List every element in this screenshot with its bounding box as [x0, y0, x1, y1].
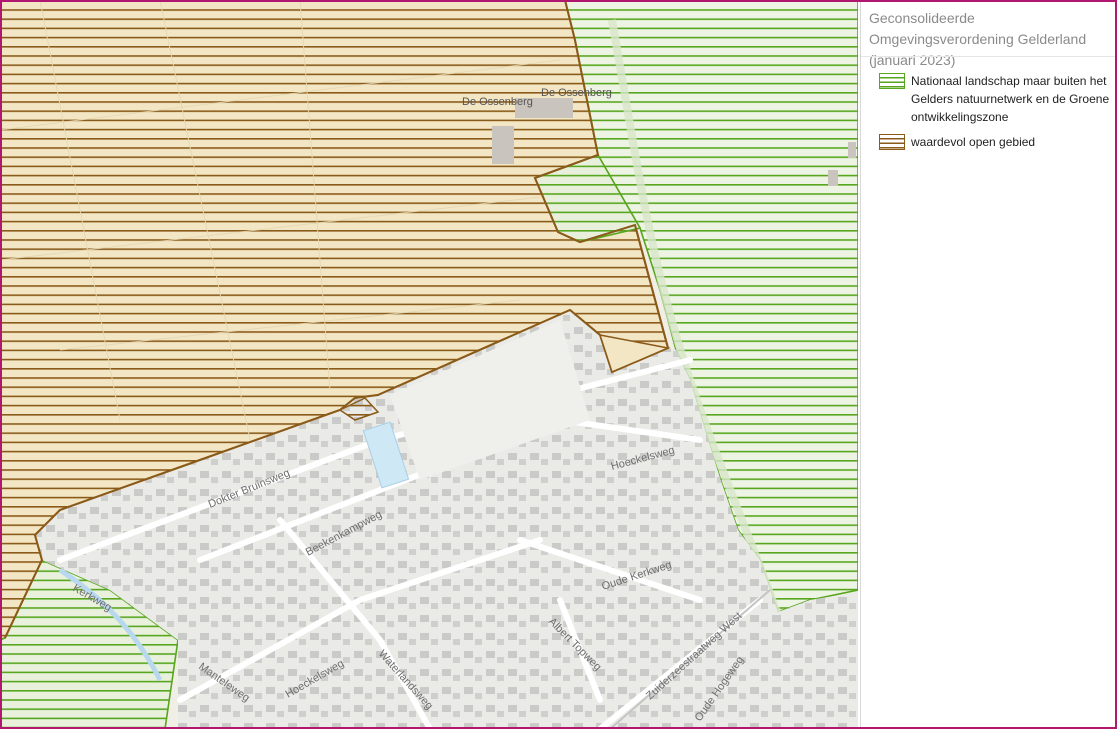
place-label-de-ossenberg-2: De Ossenberg — [541, 87, 612, 99]
legend-item-nationaal-landschap[interactable]: Nationaal landschap maar buiten het Geld… — [879, 72, 1117, 126]
legend-item-label: waardevol open gebied — [911, 135, 1036, 149]
brown-hatch-swatch-icon — [879, 134, 905, 150]
legend-panel: Geconsolideerde Omgevingsverordening Gel… — [860, 0, 1117, 729]
legend-title: Geconsolideerde Omgevingsverordening Gel… — [869, 10, 1087, 68]
place-label-de-ossenberg-1: De Ossenberg — [462, 96, 533, 108]
legend-item-waardevol-open-gebied[interactable]: waardevol open gebied — [879, 133, 1117, 151]
map-svg: De Ossenberg De Ossenberg Dokter Bruinsw… — [0, 0, 858, 729]
legend-divider — [861, 56, 1117, 57]
legend-item-label: Nationaal landschap maar buiten het Geld… — [911, 74, 1110, 124]
green-hatch-swatch-icon — [879, 73, 905, 89]
map-canvas[interactable]: De Ossenberg De Ossenberg Dokter Bruinsw… — [0, 0, 858, 729]
